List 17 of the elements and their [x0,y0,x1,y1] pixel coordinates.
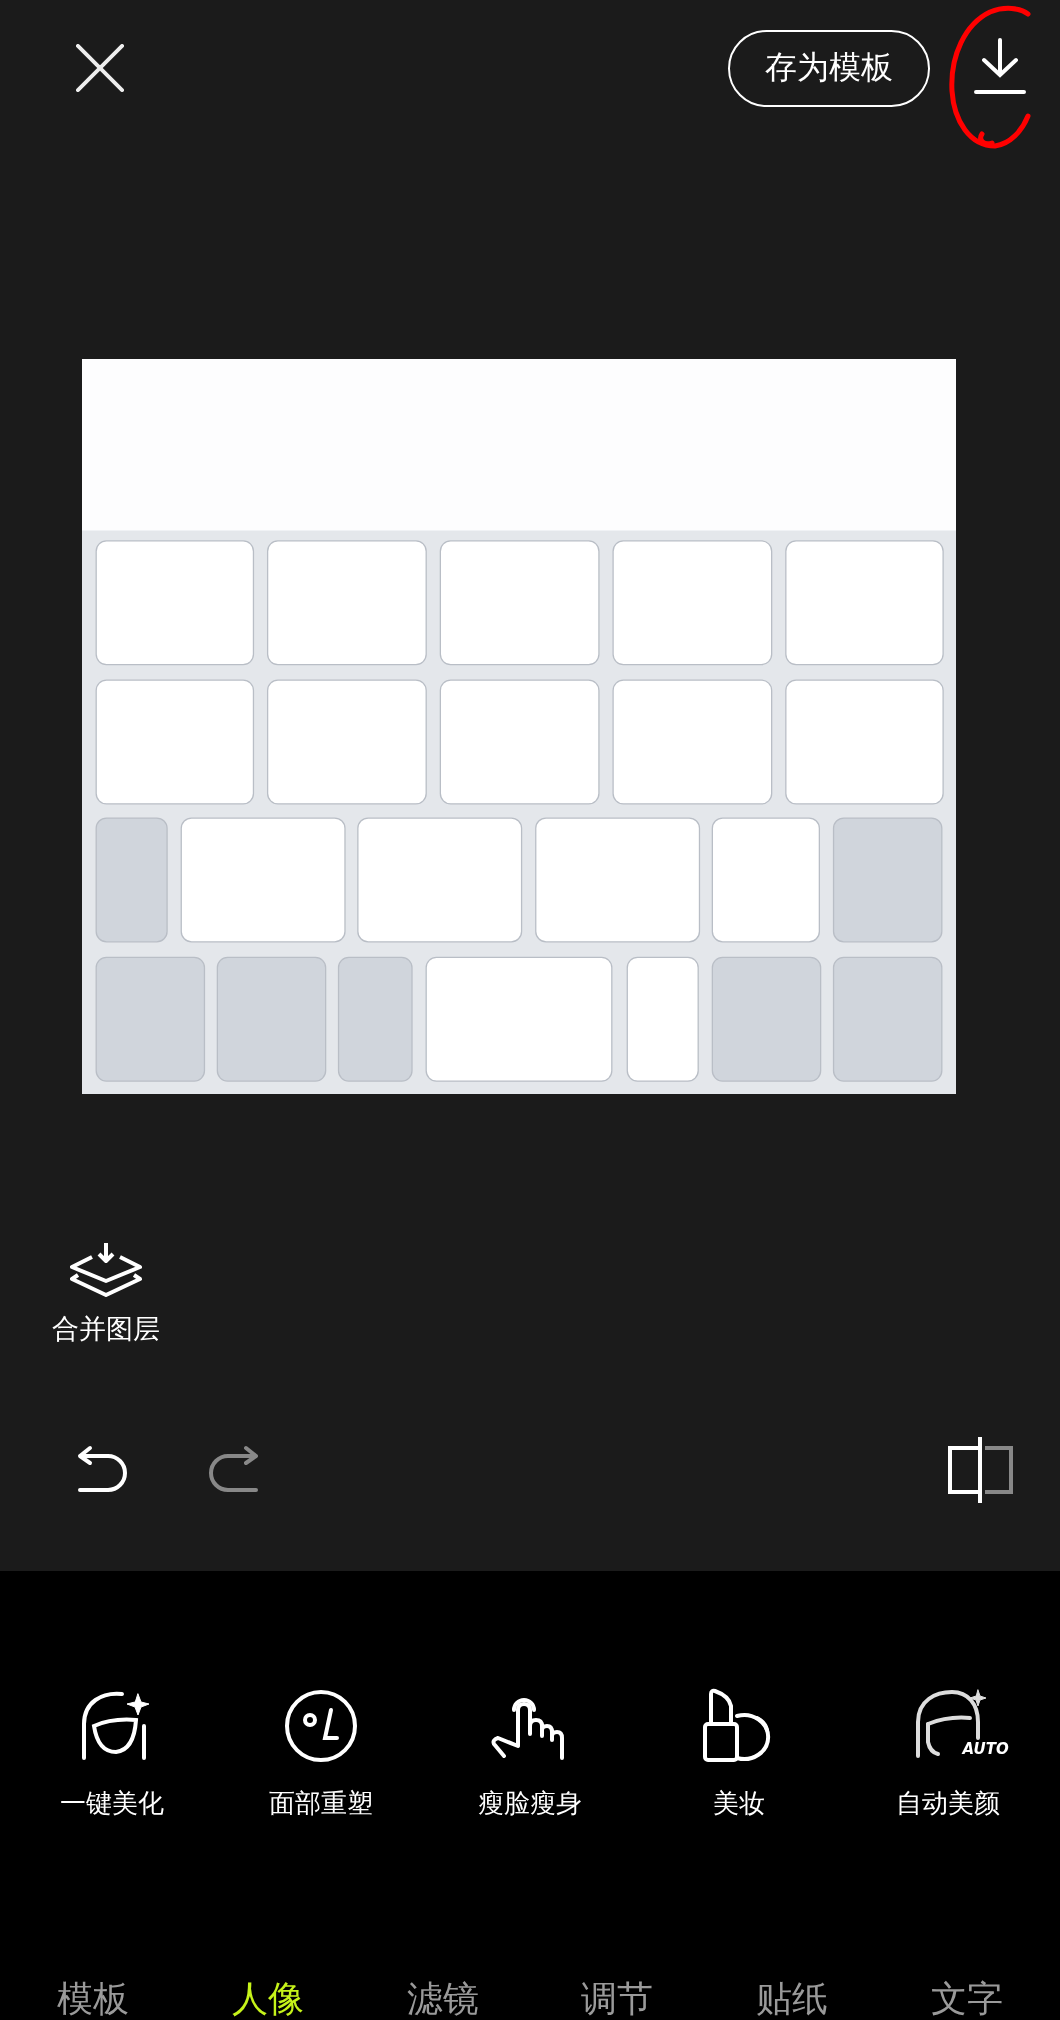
category-tab[interactable]: 文字 [891,1978,1042,2020]
tool-button[interactable]: AUTO 自动美颜 [852,1686,1043,1821]
compare-icon[interactable] [948,1435,1014,1505]
tool-button[interactable]: 一键美化 [17,1686,208,1821]
category-tab[interactable]: 滤镜 [367,1978,518,2020]
save-template-button[interactable]: 存为模板 [728,29,930,107]
merge-layers-button[interactable]: 合并图层 [52,1241,160,1347]
category-tab[interactable]: 模板 [18,1978,169,2020]
tool-button[interactable]: 面部重塑 [226,1686,417,1821]
tool-button[interactable]: 美妆 [643,1686,834,1821]
tool-button[interactable]: 瘦脸瘦身 [435,1686,625,1821]
category-tab[interactable]: 人像 [193,1978,343,2020]
category-tab[interactable]: 贴纸 [716,1978,867,2020]
download-icon[interactable] [974,38,1026,94]
category-tab[interactable]: 调节 [542,1978,693,2020]
close-icon[interactable] [76,44,124,92]
layers-icon [70,1241,142,1299]
